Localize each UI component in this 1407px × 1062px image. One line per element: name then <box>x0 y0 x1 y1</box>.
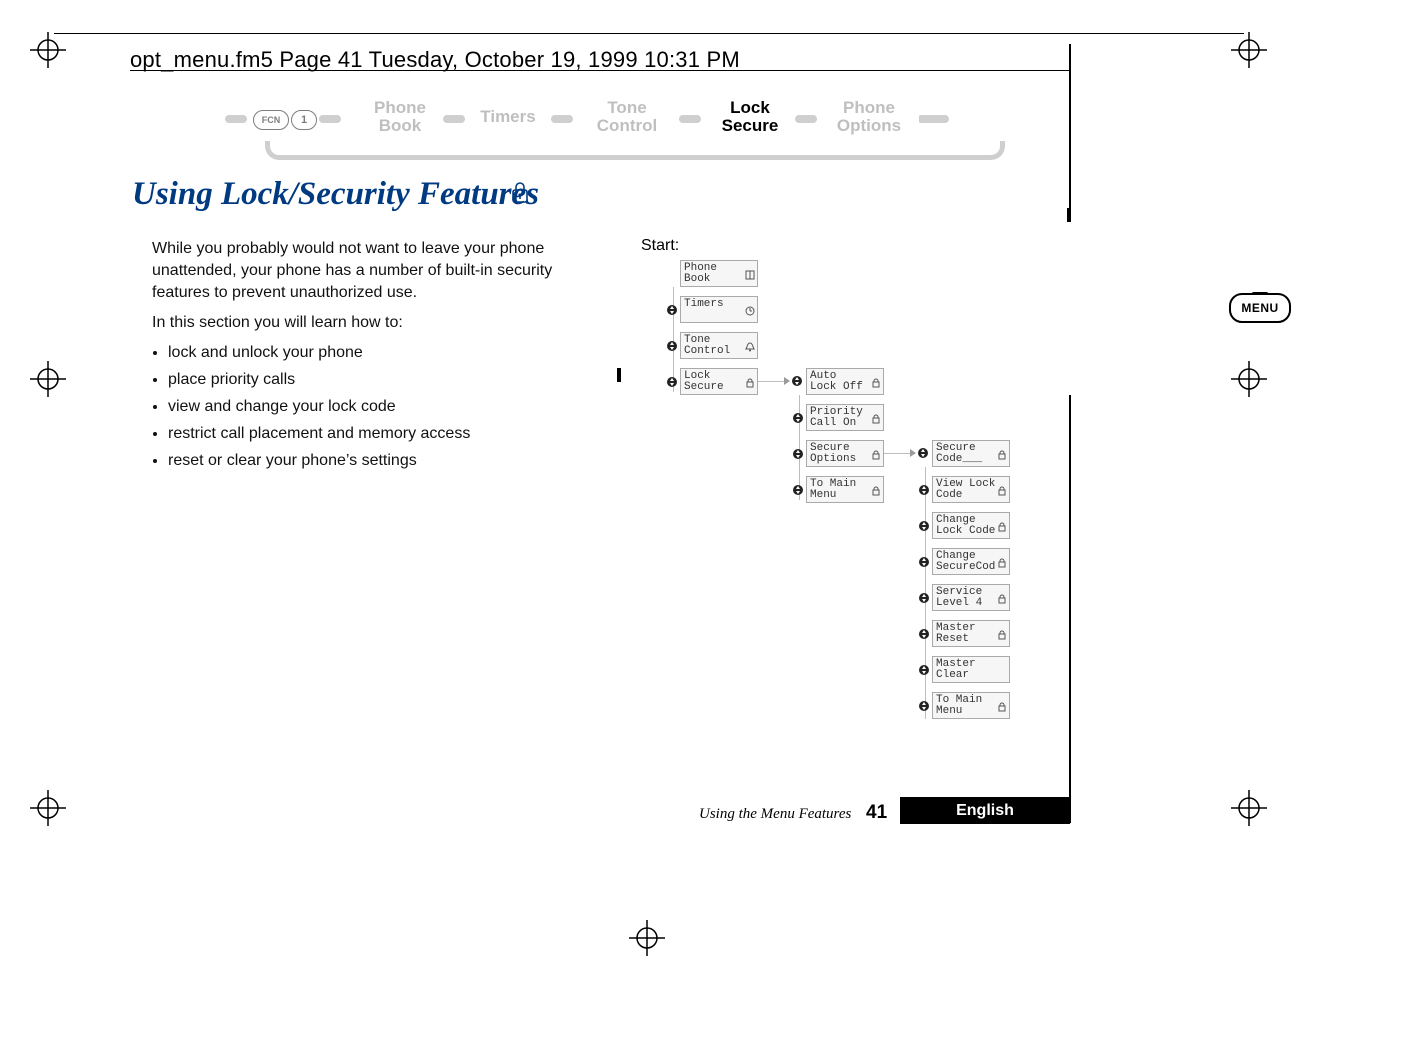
page-number: 41 <box>866 802 887 824</box>
nav-item-timers: Timers <box>480 107 535 126</box>
arrow-icon <box>784 377 790 385</box>
tree-cell-phonebook: PhoneBook <box>680 260 758 287</box>
footer-title: Using the Menu Features <box>699 806 851 823</box>
tree-cell-timers: Timers <box>680 296 758 323</box>
key-fcn: FCN <box>253 110 289 130</box>
crop-mark-top-right <box>1231 32 1267 68</box>
arrow-icon <box>910 449 916 457</box>
bullet-item: view and change your lock code <box>168 396 572 418</box>
tree-cell-changesecurecode: ChangeSecureCod <box>932 548 1010 575</box>
scroll-icon <box>918 700 930 712</box>
nav-item-phonebook-l1: Phone <box>374 98 426 117</box>
lock-icon-small <box>997 558 1007 572</box>
scroll-icon <box>918 592 930 604</box>
frame-inner-right-2 <box>1069 395 1071 823</box>
tree-cell-changelockcode: ChangeLock Code <box>932 512 1010 539</box>
lock-icon-small <box>871 414 881 428</box>
tree-cell-tonecontrol: ToneControl <box>680 332 758 359</box>
scroll-icon <box>918 520 930 532</box>
tree-cell-viewlockcode: View LockCode <box>932 476 1010 503</box>
scroll-icon <box>918 556 930 568</box>
tree-cell-locksecure: LockSecure <box>680 368 758 395</box>
tree-cell-prioritycall: PriorityCall On <box>806 404 884 431</box>
nav-item-options-l1: Phone <box>843 98 895 117</box>
scroll-icon <box>792 484 804 496</box>
scroll-icon <box>791 375 803 387</box>
bell-icon <box>745 342 755 356</box>
scroll-icon <box>917 447 929 459</box>
tree-cell-masterreset: MasterReset <box>932 620 1010 647</box>
bullet-item: lock and unlock your phone <box>168 342 572 364</box>
clock-icon <box>745 306 755 320</box>
lock-icon-small <box>871 450 881 464</box>
nav-item-phonebook-l2: Book <box>379 116 422 135</box>
menu-tab: MENU <box>1229 293 1291 323</box>
crop-mark-bot-right <box>1231 790 1267 826</box>
lock-icon-small <box>997 594 1007 608</box>
lock-icon-small <box>871 378 881 392</box>
crop-mark-bottom-center <box>629 920 665 956</box>
scroll-icon <box>792 448 804 460</box>
crop-mark-mid-left <box>30 361 66 397</box>
tree-cell-servicelevel: ServiceLevel 4 <box>932 584 1010 611</box>
lock-icon-small <box>871 486 881 500</box>
tree-cell-tomainmenu-2: To MainMenu <box>932 692 1010 719</box>
nav-item-options-l2: Options <box>837 116 901 135</box>
tree-cell-secureoptions: SecureOptions <box>806 440 884 467</box>
scroll-icon <box>918 664 930 676</box>
crop-mark-top-left <box>30 32 66 68</box>
language-badge: English <box>900 797 1070 824</box>
tree-cell-autolock: AutoLock Off <box>806 368 884 395</box>
crop-mark-mid-right <box>1231 361 1267 397</box>
intro-lead: In this section you will learn how to: <box>152 312 572 334</box>
lock-icon-small <box>997 702 1007 716</box>
key-1: 1 <box>291 110 317 130</box>
lock-icon-small <box>997 486 1007 500</box>
nav-item-tone-l2: Control <box>597 116 657 135</box>
lock-icon-small <box>997 450 1007 464</box>
scroll-icon <box>792 412 804 424</box>
bullet-item: place priority calls <box>168 369 572 391</box>
bullet-item: restrict call placement and memory acces… <box>168 423 572 445</box>
book-icon <box>745 270 755 284</box>
nav-item-lock-l2: Secure <box>722 116 779 135</box>
frame-inner-right-1 <box>1069 44 1071 222</box>
section-title: Using Lock/Security Features <box>132 176 539 213</box>
body-text: While you probably would not want to lea… <box>152 238 572 477</box>
scroll-icon <box>666 340 678 352</box>
framemaker-header: opt_menu.fm5 Page 41 Tuesday, October 19… <box>130 47 740 73</box>
scroll-icon <box>666 376 678 388</box>
menu-nav-bar: FCN 1 Phone Book Timers Tone Control Loc… <box>225 93 965 163</box>
scroll-icon <box>918 484 930 496</box>
tree-cell-masterclear: MasterClear <box>932 656 1010 683</box>
lock-icon <box>510 180 530 209</box>
start-label: Start: <box>641 237 679 255</box>
lock-icon-small <box>997 522 1007 536</box>
cut-mark <box>617 368 621 382</box>
frame-top-rule <box>54 33 1244 34</box>
tree-cell-securecode: SecureCode___ <box>932 440 1010 467</box>
lock-icon-small <box>745 378 755 392</box>
tree-cell-tomainmenu-1: To MainMenu <box>806 476 884 503</box>
scroll-icon <box>918 628 930 640</box>
lock-icon-small <box>997 630 1007 644</box>
bullet-item: reset or clear your phone’s settings <box>168 450 572 472</box>
nav-item-tone-l1: Tone <box>607 98 646 117</box>
crop-mark-bot-left <box>30 790 66 826</box>
frame-inner-cut-1 <box>1067 208 1070 222</box>
scroll-icon <box>666 304 678 316</box>
intro-paragraph: While you probably would not want to lea… <box>152 238 572 304</box>
nav-item-lock-l1: Lock <box>730 98 770 117</box>
